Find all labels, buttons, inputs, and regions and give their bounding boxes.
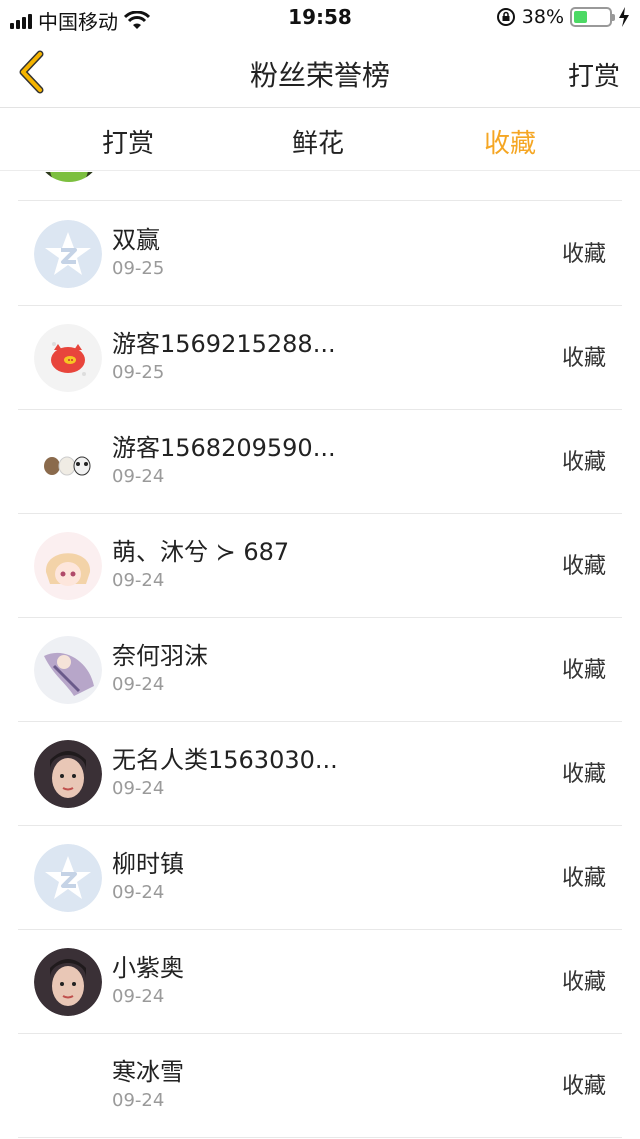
tab-flowers[interactable]: 鲜花 [258, 123, 378, 160]
tab-bar: 打赏 鲜花 收藏 [0, 109, 640, 171]
battery-fill [574, 11, 587, 23]
avatar [36, 172, 102, 182]
fan-name: 游客1568209590... [112, 434, 336, 462]
photo-woman-avatar [34, 740, 102, 808]
blank-avatar-icon [34, 1052, 102, 1120]
anime-illustration-avatar [34, 636, 102, 704]
battery-percent: 38% [521, 6, 564, 28]
qq-star-default-avatar [34, 220, 102, 288]
rotation-lock-icon [496, 8, 515, 26]
nav-bar: 粉丝荣誉榜 打赏 [0, 36, 640, 108]
fan-date: 09-24 [112, 882, 165, 903]
action-label: 收藏 [561, 346, 606, 371]
qq-star-default-avatar [34, 844, 102, 912]
list-item[interactable]: 游客1569215288... 09-25 收藏 [18, 306, 622, 410]
illustration-icon [34, 636, 102, 704]
list-item[interactable]: 奈何羽沫 09-24 收藏 [18, 618, 622, 722]
action-label: 收藏 [561, 1074, 606, 1099]
fan-date: 09-24 [112, 1090, 165, 1111]
action-label: 收藏 [561, 866, 606, 891]
tab-favorites[interactable]: 收藏 [450, 123, 570, 160]
red-pig-icon [34, 324, 102, 392]
fan-list: 双赢 09-25 收藏 游客1569215288... 09-25 收藏 游客1… [0, 172, 640, 1139]
list-item[interactable]: 小紫奥 09-24 收藏 [18, 930, 622, 1034]
portrait-icon [34, 740, 102, 808]
list-item[interactable]: 寒冰雪 09-24 收藏 [18, 1034, 622, 1138]
battery-icon [570, 7, 615, 27]
list-item[interactable]: 无名人类1563030... 09-24 收藏 [18, 722, 622, 826]
fan-name: 柳时镇 [112, 850, 184, 878]
fan-date: 09-25 [112, 362, 165, 383]
anime-girl-avatar [34, 532, 102, 600]
list-item[interactable]: 柳时镇 09-24 收藏 [18, 826, 622, 930]
fan-date: 09-24 [112, 674, 165, 695]
fan-name: 小紫奥 [112, 954, 184, 982]
fan-name: 奈何羽沫 [112, 642, 208, 670]
list-item[interactable]: 游客1568209590... 09-24 收藏 [18, 410, 622, 514]
fan-name: 双赢 [112, 226, 160, 254]
action-label: 收藏 [561, 658, 606, 683]
red-pig-avatar [34, 324, 102, 392]
photo-woman-avatar [34, 948, 102, 1016]
fan-name: 寒冰雪 [112, 1058, 184, 1086]
three-bears-avatar [34, 428, 102, 496]
action-label: 收藏 [561, 450, 606, 475]
fan-name: 萌、沐兮 ≻ 687 [112, 538, 290, 566]
bears-icon [34, 428, 102, 496]
fan-date: 09-24 [112, 466, 165, 487]
status-bar: 中国移动 19:58 38% [0, 0, 640, 36]
reward-button[interactable]: 打赏 [568, 56, 620, 93]
list-item[interactable]: 萌、沐兮 ≻ 687 09-24 收藏 [18, 514, 622, 618]
fan-name: 无名人类1563030... [112, 746, 338, 774]
blank-avatar [34, 1052, 102, 1120]
action-label: 收藏 [561, 554, 606, 579]
fan-date: 09-24 [112, 986, 165, 1007]
charging-bolt-icon [619, 7, 629, 27]
tab-reward[interactable]: 打赏 [68, 123, 188, 160]
qq-star-icon [34, 220, 102, 288]
status-right: 38% [496, 6, 630, 28]
action-label: 收藏 [561, 242, 606, 267]
anime-girl-icon [34, 532, 102, 600]
list-item-partial[interactable] [18, 172, 622, 201]
action-label: 收藏 [561, 762, 606, 787]
fan-name: 游客1569215288... [112, 330, 336, 358]
action-label: 收藏 [561, 970, 606, 995]
list-item[interactable]: 双赢 09-25 收藏 [18, 202, 622, 306]
fan-date: 09-24 [112, 570, 165, 591]
page-title: 粉丝荣誉榜 [249, 59, 390, 92]
portrait-icon [34, 948, 102, 1016]
fan-date: 09-24 [112, 778, 165, 799]
fan-date: 09-25 [112, 258, 165, 279]
qq-star-icon [34, 844, 102, 912]
